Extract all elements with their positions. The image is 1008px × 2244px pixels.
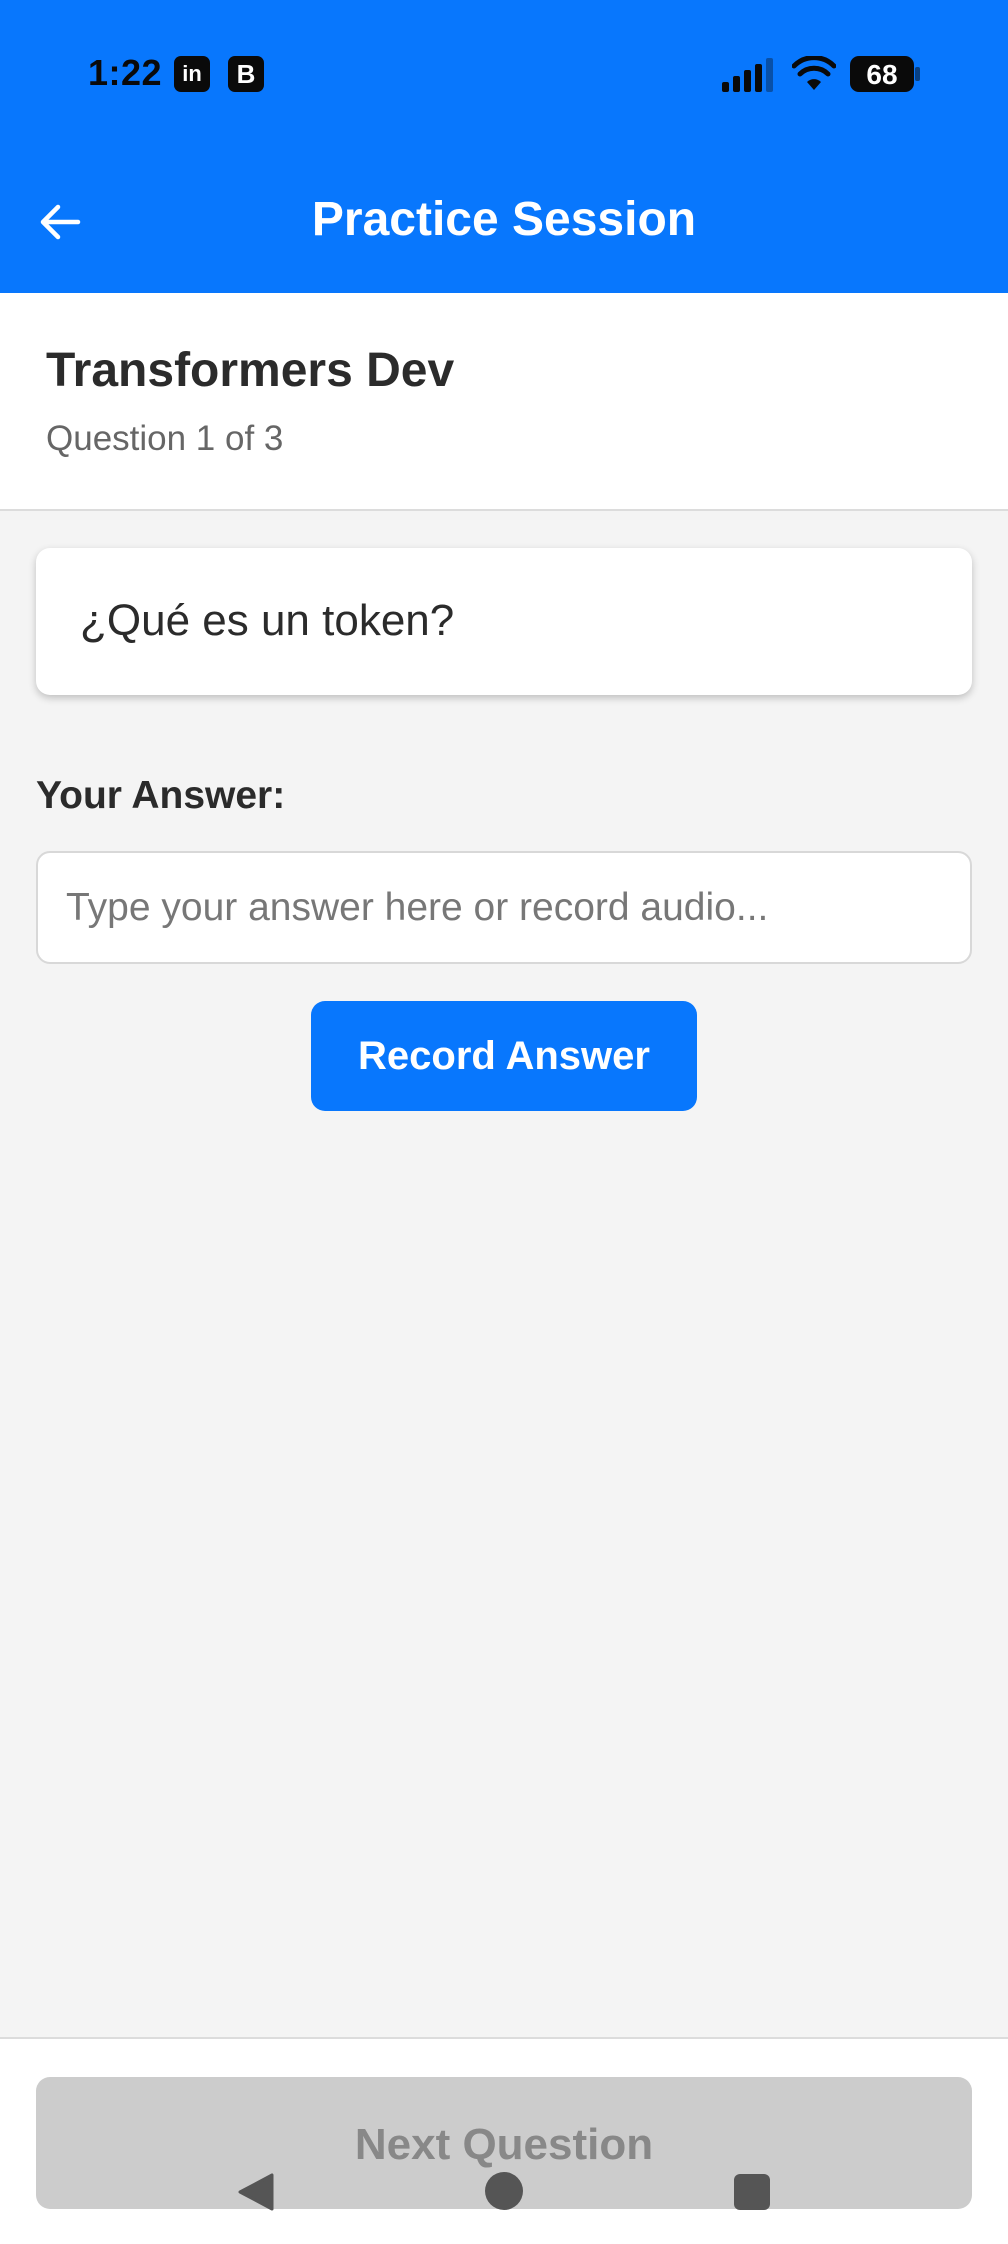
b-app-icon: B bbox=[228, 56, 264, 92]
status-bar: 1:22 in B 68 bbox=[0, 0, 1008, 150]
top-app-bar: 1:22 in B 68 Practice Session bbox=[0, 0, 1008, 293]
deck-info: Transformers Dev Question 1 of 3 bbox=[0, 293, 1008, 511]
record-answer-button[interactable]: Record Answer bbox=[311, 1001, 697, 1111]
nav-home-icon[interactable] bbox=[485, 2172, 523, 2210]
answer-input[interactable] bbox=[36, 851, 972, 964]
wifi-icon bbox=[792, 56, 836, 90]
battery-level: 68 bbox=[866, 59, 897, 90]
answer-label: Your Answer: bbox=[36, 774, 286, 817]
status-time: 1:22 bbox=[88, 52, 163, 93]
footer: Next Question bbox=[0, 2037, 1008, 2244]
linkedin-icon: in bbox=[174, 56, 210, 92]
signal-icon bbox=[722, 58, 773, 92]
practice-session-screen: 1:22 in B 68 Practice Session Transforme… bbox=[0, 0, 1008, 2244]
nav-recent-icon[interactable] bbox=[734, 2174, 770, 2210]
deck-title: Transformers Dev bbox=[46, 344, 455, 397]
nav-back-icon[interactable] bbox=[236, 2172, 276, 2212]
next-question-label: Next Question bbox=[354, 2120, 654, 2169]
question-text: ¿Qué es un token? bbox=[80, 596, 455, 645]
question-card: ¿Qué es un token? bbox=[36, 548, 972, 695]
header: Practice Session bbox=[0, 170, 1008, 272]
page-title: Practice Session bbox=[311, 193, 697, 246]
battery-icon: 68 bbox=[850, 56, 920, 92]
question-progress: Question 1 of 3 bbox=[46, 419, 284, 458]
